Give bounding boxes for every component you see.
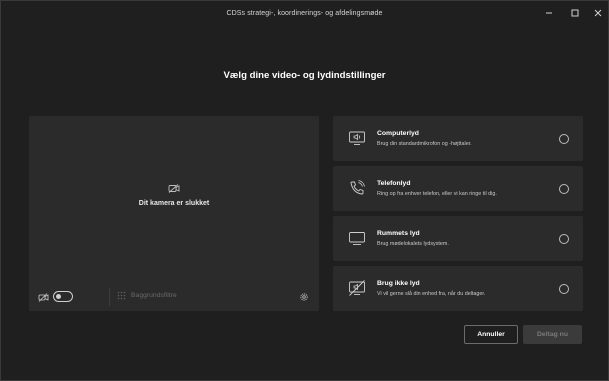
phone-audio-icon: [350, 180, 365, 195]
room-audio-icon: [349, 232, 365, 245]
join-now-button[interactable]: Deltag nu: [523, 325, 582, 344]
minimize-icon: [546, 12, 552, 14]
preview-toolbar: Baggrundsfiltre: [29, 283, 319, 311]
computer-audio-icon: [349, 131, 365, 145]
audio-option-title: Rummets lyd: [377, 230, 420, 237]
audio-option-no-audio[interactable]: Brug ikke lyd Vi vil gerne slå din enhed…: [333, 266, 583, 311]
window-title: CDSs strategi-, koordinerings- og afdeli…: [226, 9, 383, 17]
audio-option-description: Ring op fra enhver telefon, eller vi kan…: [377, 191, 497, 197]
background-filters-label: Baggrundsfiltre: [131, 292, 177, 299]
audio-option-title: Brug ikke lyd: [377, 280, 420, 287]
video-preview: Dit kamera er slukket Baggrundsfiltre: [29, 116, 319, 311]
audio-option-title: Computerlyd: [377, 130, 419, 137]
audio-option-title: Telefonlyd: [377, 180, 411, 187]
camera-off-indicator: Dit kamera er slukket: [29, 184, 319, 207]
toggle-knob: [56, 294, 61, 299]
camera-toggle[interactable]: [53, 291, 73, 302]
audio-option-radio[interactable]: [559, 134, 569, 144]
audio-option-computer[interactable]: Computerlyd Brug din standardmikrofon og…: [333, 116, 583, 161]
close-button[interactable]: [585, 1, 609, 25]
camera-toggle-icon: [38, 293, 49, 302]
close-icon: [594, 9, 602, 17]
page-heading: Vælg dine video- og lydindstillinger: [223, 70, 386, 81]
background-filters-icon: [117, 291, 126, 300]
toolbar-divider: [109, 288, 110, 306]
cancel-button[interactable]: Annuller: [464, 325, 518, 344]
audio-option-description: Vi vil gerne slå din enhed fra, når du d…: [377, 291, 486, 297]
minimize-button[interactable]: [536, 1, 562, 25]
app-window: CDSs strategi-, koordinerings- og afdeli…: [0, 0, 609, 381]
maximize-icon: [571, 9, 579, 17]
background-filters-button[interactable]: Baggrundsfiltre: [117, 291, 177, 300]
audio-option-description: Brug mødelokalets lydsystem.: [377, 241, 449, 247]
audio-option-radio[interactable]: [559, 184, 569, 194]
no-audio-icon: [349, 280, 365, 296]
audio-option-room[interactable]: Rummets lyd Brug mødelokalets lydsystem.: [333, 216, 583, 261]
audio-option-radio[interactable]: [559, 234, 569, 244]
camera-off-text: Dit kamera er slukket: [138, 200, 210, 207]
camera-off-icon: [168, 184, 180, 193]
title-bar: CDSs strategi-, koordinerings- og afdeli…: [1, 1, 608, 25]
audio-option-phone[interactable]: Telefonlyd Ring op fra enhver telefon, e…: [333, 166, 583, 211]
audio-option-description: Brug din standardmikrofon og -højttaler.: [377, 141, 472, 147]
gear-icon[interactable]: [299, 292, 309, 302]
audio-option-radio[interactable]: [559, 284, 569, 294]
